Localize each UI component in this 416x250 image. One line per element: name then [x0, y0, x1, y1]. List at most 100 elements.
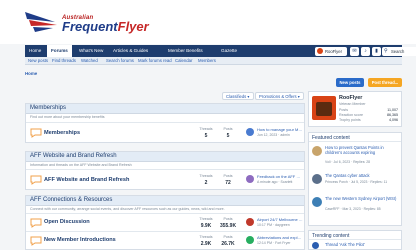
last-post-meta: 10:17 PM · daygreen — [257, 223, 290, 227]
section-title[interactable]: Memberships — [30, 105, 66, 111]
last-post-title[interactable]: Abbreviations and explanations — [257, 235, 303, 240]
section-connections: AFF Connections & Resources Connect with… — [25, 195, 305, 250]
featured-title: Featured content — [309, 133, 401, 142]
profile-stat-label: Trophy points — [339, 118, 361, 122]
avatar — [317, 48, 323, 54]
subnav-calendar[interactable]: Calendar — [175, 57, 192, 65]
posts-count: 26.7K — [221, 241, 235, 247]
promotions-dropdown[interactable]: Promotions & Offers ▾ — [255, 92, 304, 100]
mail-icon[interactable]: ✉ — [350, 46, 359, 56]
logo-wordmark[interactable]: FrequentFlyer — [62, 20, 149, 33]
trending-title: Trending content — [309, 231, 401, 240]
post-thread-button[interactable]: Post thread... — [368, 78, 402, 87]
section-memberships: Memberships Find out more about your mem… — [25, 103, 305, 143]
subnav-mark-read[interactable]: Mark forums read — [138, 57, 172, 65]
last-post-meta: Jun 12, 2023 · admin — [257, 133, 290, 137]
threads-count: 5 — [204, 133, 208, 139]
nav-whats-new[interactable]: What's New — [79, 45, 103, 57]
nav-home[interactable]: Home — [29, 45, 41, 57]
featured-content: Featured content How to prevent Qantas P… — [308, 132, 402, 226]
bookmark-icon[interactable]: ▮ — [372, 46, 381, 56]
forum-title[interactable]: Open Discussion — [44, 219, 90, 225]
featured-item[interactable]: The Qantas cyber attack Princess Porch ·… — [309, 172, 401, 194]
threads-count: 9.9K — [200, 223, 212, 229]
section-brand-refresh: AFF Website and Brand Refresh Informatio… — [25, 151, 305, 190]
section-header: AFF Website and Brand Refresh — [26, 152, 304, 162]
section-title[interactable]: AFF Website and Brand Refresh — [30, 153, 117, 159]
last-post-meta: 12:14 PM · Fort Fryer — [257, 241, 291, 245]
profile-card: RooFlyer Veteran Member Posts 11,007 Rea… — [308, 91, 402, 127]
forum-row[interactable]: Open Discussion Threads 9.9K Posts 355.9… — [26, 213, 304, 231]
threads-label: Threads — [199, 235, 213, 239]
chat-bubble-icon — [30, 128, 42, 138]
featured-thumbnail — [312, 174, 322, 184]
breadcrumb[interactable]: Home — [25, 71, 37, 76]
section-description: Find out more about your membership bene… — [30, 115, 105, 119]
featured-item-title[interactable]: The Qantas cyber attack — [325, 173, 399, 178]
chat-bubble-icon — [30, 236, 42, 246]
profile-role: Veteran Member — [339, 102, 366, 106]
site-header: Australian FrequentFlyer — [0, 0, 416, 44]
avatar[interactable] — [312, 96, 336, 120]
featured-item-meta: CaseRFF · Mar 3, 2023 · Replies: 85 — [325, 207, 381, 211]
subnav-find-threads[interactable]: Find threads — [52, 57, 76, 65]
classifieds-label: Classifieds — [226, 94, 247, 99]
forum-title[interactable]: Memberships — [44, 130, 80, 136]
section-header: Memberships — [26, 104, 304, 114]
threads-label: Threads — [199, 127, 213, 131]
featured-item-title[interactable]: The new Western Sydney Airport (WSI) — [325, 196, 399, 201]
forum-row[interactable]: Memberships Threads 5 Posts 5 How to man… — [26, 122, 304, 143]
posts-count: 5 — [226, 133, 230, 139]
classifieds-dropdown[interactable]: Classifieds ▾ — [222, 92, 254, 100]
last-poster-avatar[interactable] — [246, 175, 254, 183]
section-description: Connect with our community, arrange soci… — [30, 207, 225, 211]
featured-item-meta: Voli · Jul 6, 2023 · Replies: 28 — [325, 160, 371, 164]
user-menu[interactable]: RooFlyer — [315, 46, 347, 56]
featured-thumbnail — [312, 197, 322, 207]
forum-title[interactable]: AFF Website and Brand Refresh — [44, 177, 129, 183]
chat-bubble-icon — [30, 175, 42, 185]
subnav-search-forums[interactable]: Search forums — [106, 57, 134, 65]
bell-icon[interactable]: ♪ — [361, 46, 370, 56]
new-posts-button[interactable]: New posts — [336, 78, 364, 87]
logo-word-frequent: Frequent — [62, 19, 118, 34]
forum-row[interactable]: AFF Website and Brand Refresh Threads 2 … — [26, 169, 304, 190]
posts-label: Posts — [223, 174, 233, 178]
subnav-watched[interactable]: Watched — [81, 57, 98, 65]
trending-content: Trending content Thread 'Ask The Pilot' — [308, 230, 402, 250]
trending-item-title[interactable]: Thread 'Ask The Pilot' — [325, 242, 399, 247]
last-poster-avatar[interactable] — [246, 236, 254, 244]
last-post-title[interactable]: Airport 24/7 Melbourne Airport - T... — [257, 217, 303, 222]
nav-articles-guides[interactable]: Articles & Guides — [113, 45, 148, 57]
nav-member-benefits[interactable]: Member Benefits — [168, 45, 203, 57]
featured-item[interactable]: The new Western Sydney Airport (WSI) Cas… — [309, 195, 401, 223]
forum-row[interactable]: New Member Introductions Threads 2.9K Po… — [26, 231, 304, 249]
profile-stat-value: 11,007 — [387, 108, 398, 112]
posts-count: 72 — [225, 180, 231, 186]
section-description: Information and threads on the AFF Websi… — [30, 163, 132, 167]
section-title[interactable]: AFF Connections & Resources — [30, 197, 112, 203]
trending-item[interactable]: Thread 'Ask The Pilot' — [309, 241, 401, 250]
profile-name[interactable]: RooFlyer — [339, 95, 362, 101]
last-poster-avatar[interactable] — [246, 218, 254, 226]
avatar-image — [316, 102, 332, 116]
nav-gazette[interactable]: Gazette — [221, 45, 237, 57]
threads-count: 2 — [204, 180, 208, 186]
last-post-meta: A minute ago · Scarlett — [257, 180, 293, 184]
last-poster-avatar[interactable] — [246, 128, 254, 136]
search-button[interactable]: ⚲ Search — [382, 46, 416, 56]
logo-wings-icon — [25, 12, 57, 32]
subnav-members[interactable]: Members — [198, 57, 216, 65]
forum-title[interactable]: New Member Introductions — [44, 237, 116, 243]
nav-forums[interactable]: Forums — [47, 45, 72, 57]
profile-stat-value: 86,365 — [387, 113, 398, 117]
posts-label: Posts — [223, 235, 233, 239]
featured-item-title[interactable]: How to prevent Qantas Points in children… — [325, 145, 399, 155]
threads-label: Threads — [199, 217, 213, 221]
featured-item[interactable]: How to prevent Qantas Points in children… — [309, 144, 401, 170]
last-post-title[interactable]: How to manage your Membership — [257, 127, 303, 132]
subnav-new-posts[interactable]: New posts — [28, 57, 48, 65]
promotions-label: Promotions & Offers — [259, 94, 297, 99]
sub-navbar: New posts Find threads Watched Search fo… — [25, 57, 402, 65]
last-post-title[interactable]: Feedback on the AFF website & brand — [257, 174, 303, 179]
